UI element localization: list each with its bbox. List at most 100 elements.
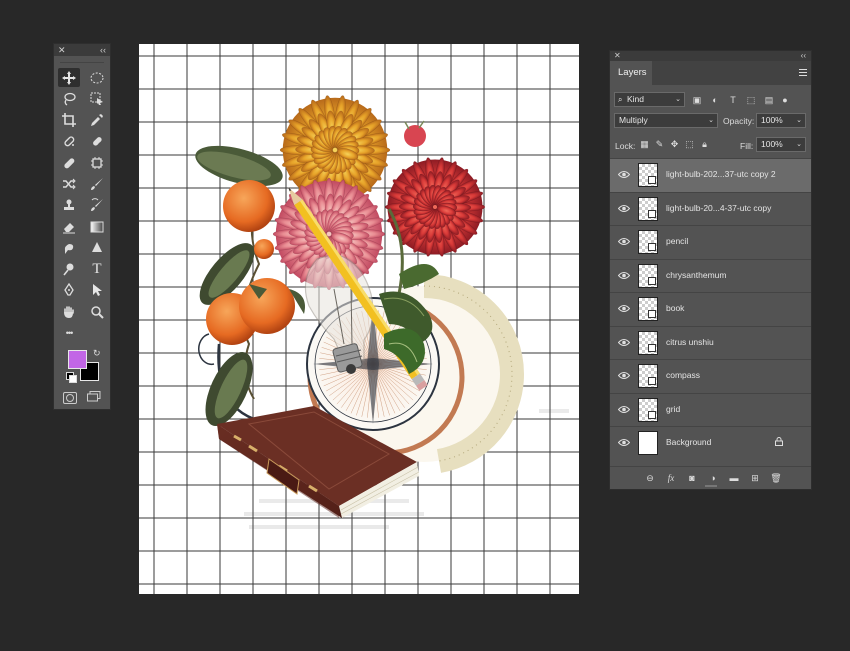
layer-row[interactable]: Background (610, 426, 811, 460)
pen-tool[interactable] (58, 281, 80, 300)
tab-layers[interactable]: Layers (610, 61, 652, 85)
layer-name[interactable]: light-bulb-202...37-utc copy 2 (666, 169, 776, 179)
eyedropper-icon (91, 114, 103, 127)
edit-toolbar[interactable]: ••• (58, 324, 80, 343)
zoom-tool[interactable] (86, 302, 108, 321)
color-swatches: ↻ (66, 348, 102, 386)
smart-object-icon (648, 276, 656, 285)
type-icon: T (92, 260, 102, 277)
screen-mode-icon[interactable] (87, 391, 101, 402)
layer-name[interactable]: book (666, 303, 684, 313)
link-icon[interactable]: ⊖ (644, 472, 656, 484)
content-aware-move-tool[interactable] (86, 132, 108, 151)
layer-name[interactable]: pencil (666, 236, 688, 246)
healing-brush-tool[interactable] (58, 153, 80, 172)
layer-row[interactable]: citrus unshiu (610, 325, 811, 359)
type-filter-icon[interactable]: T (728, 95, 738, 105)
blend-mode-select[interactable]: Multiply ⌄ (614, 113, 718, 128)
lasso-tool[interactable] (58, 89, 80, 108)
eye-icon[interactable] (618, 304, 630, 313)
move-tool[interactable] (58, 68, 80, 87)
adjustment-icon[interactable]: ◑ (707, 472, 719, 484)
eye-icon[interactable] (618, 204, 630, 213)
close-icon[interactable]: ✕ (614, 51, 621, 61)
trash-icon[interactable]: 🗑︎ (770, 472, 782, 484)
layer-row[interactable]: light-bulb-20...4-37-utc copy (610, 191, 811, 225)
default-colors-icon[interactable] (66, 372, 77, 383)
layer-row[interactable]: pencil (610, 225, 811, 259)
collapse-icon[interactable]: ‹‹ (100, 44, 106, 56)
layer-name[interactable]: Background (666, 437, 711, 447)
layer-name[interactable]: light-bulb-20...4-37-utc copy (666, 203, 771, 213)
eye-icon[interactable] (618, 371, 630, 380)
shape-filter-icon[interactable]: ⬚ (746, 95, 756, 105)
eye-icon[interactable] (618, 438, 630, 447)
citrus-unshiu (195, 145, 305, 427)
spot-healing-brush-tool[interactable] (58, 132, 80, 151)
opacity-field[interactable]: 100% ⌄ (756, 113, 806, 128)
type-tool[interactable]: T (86, 260, 108, 279)
history-brush-tool[interactable] (86, 196, 108, 215)
eye-icon[interactable] (618, 170, 630, 179)
lock-transparent-icon[interactable]: ▦ (640, 140, 649, 149)
fill-field[interactable]: 100% ⌄ (756, 137, 806, 152)
lock-position-icon[interactable]: ✥ (670, 140, 679, 149)
close-icon[interactable]: ✕ (58, 44, 66, 56)
layer-row[interactable]: light-bulb-202...37-utc copy 2 (610, 158, 811, 192)
eye-icon[interactable] (618, 237, 630, 246)
filter-kind-select[interactable]: ⌕ Kind ⌄ (614, 92, 685, 107)
smudge-icon (64, 243, 74, 254)
swap-colors-icon[interactable]: ↻ (93, 348, 101, 359)
lock-icon[interactable] (775, 437, 783, 446)
elliptical-marquee-tool[interactable] (86, 68, 108, 87)
lock-pixels-icon[interactable]: ✎ (655, 140, 664, 149)
smudge-tool[interactable] (58, 238, 80, 257)
collapse-icon[interactable]: ‹‹ (801, 51, 806, 61)
layer-thumbnail[interactable] (638, 431, 658, 455)
opacity-value: 100% (761, 115, 783, 125)
smart-object-icon (648, 343, 656, 352)
filter-toggle-icon[interactable]: ● (782, 95, 788, 105)
new-layer-icon[interactable]: ⊞ (749, 472, 761, 484)
resize-grip[interactable] (705, 485, 717, 487)
dodge-tool[interactable] (58, 260, 80, 279)
lock-artboard-icon[interactable]: ⬚ (685, 140, 694, 149)
hand-tool[interactable] (58, 302, 80, 321)
eye-icon[interactable] (618, 405, 630, 414)
eye-icon[interactable] (618, 271, 630, 280)
crop-tool[interactable] (58, 111, 80, 130)
foreground-color-swatch[interactable] (68, 350, 87, 369)
eye-icon[interactable] (618, 338, 630, 347)
smart-object-icon (648, 243, 656, 251)
pixel-filter-icon[interactable]: ▣ (692, 95, 702, 105)
fx-icon[interactable]: fx (665, 472, 677, 484)
frame-tool[interactable] (86, 153, 108, 172)
mask-icon[interactable]: ◙ (686, 472, 698, 484)
layer-name[interactable]: citrus unshiu (666, 337, 714, 347)
panel-grip[interactable] (60, 56, 104, 63)
smart-object-filter-icon[interactable]: ▤ (764, 95, 774, 105)
clone-stamp-tool[interactable] (58, 196, 80, 215)
panel-menu-icon[interactable] (799, 69, 807, 78)
object-selection-tool[interactable] (86, 89, 108, 108)
shuffle-tool[interactable] (58, 174, 80, 193)
blur-tool[interactable] (86, 238, 108, 257)
layer-row[interactable]: book (610, 292, 811, 326)
layer-name[interactable]: grid (666, 404, 680, 414)
document-canvas[interactable] (139, 44, 579, 594)
lock-all-icon[interactable]: 🔒︎ (700, 140, 709, 149)
eraser-tool[interactable] (58, 217, 80, 236)
layer-name[interactable]: compass (666, 370, 700, 380)
path-selection-tool[interactable] (86, 281, 108, 300)
layer-name[interactable]: chrysanthemum (666, 270, 726, 280)
layer-row[interactable]: chrysanthemum (610, 258, 811, 292)
brush-tool[interactable] (86, 174, 108, 193)
layer-row[interactable]: compass (610, 359, 811, 393)
brush-icon (91, 177, 103, 190)
layer-row[interactable]: grid (610, 392, 811, 426)
adjustment-filter-icon[interactable]: ◐ (710, 95, 720, 105)
quick-mask-icon[interactable] (63, 392, 77, 404)
eyedropper-tool[interactable] (86, 111, 108, 130)
folder-icon[interactable]: ▬ (728, 472, 740, 484)
gradient-tool[interactable] (86, 217, 108, 236)
